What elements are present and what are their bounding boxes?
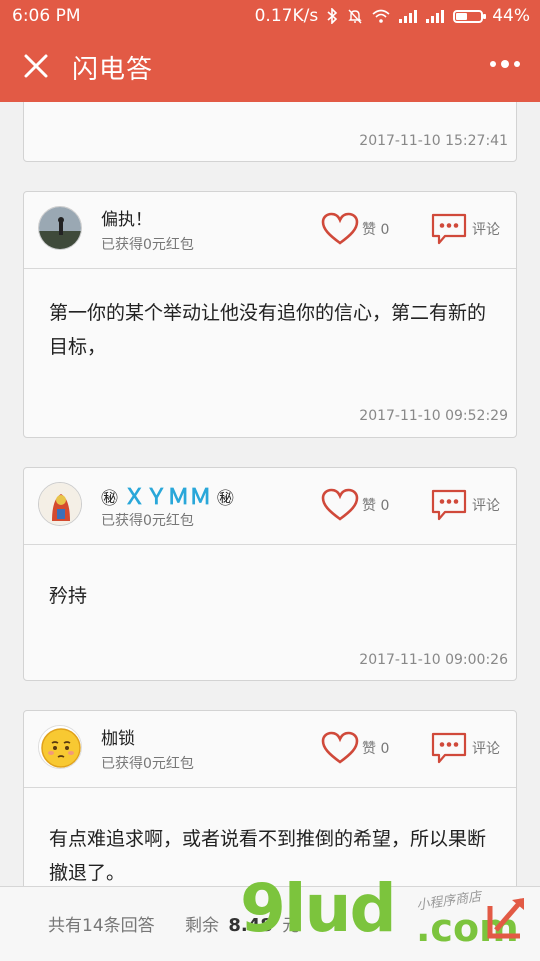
heart-icon	[321, 212, 359, 245]
bluetooth-icon	[327, 8, 338, 24]
watermark-logo: 9lud	[240, 870, 397, 947]
heart-icon	[321, 488, 359, 521]
like-count: 赞 0	[362, 498, 390, 514]
battery-icon	[453, 9, 487, 23]
username: 偏执！	[101, 210, 152, 230]
status-icons: 0.17K/s 44%	[255, 6, 530, 26]
mute-bell-icon	[348, 9, 362, 24]
username: ㊙ ＸＹＭＭ ㊙	[101, 479, 234, 511]
avatar[interactable]	[38, 725, 82, 769]
status-time: 6:06 PM	[12, 6, 81, 26]
comment-icon	[431, 732, 467, 764]
answer-text: 矜持	[49, 585, 88, 607]
avatar[interactable]	[38, 206, 82, 250]
battery-percent: 44%	[492, 6, 530, 26]
answer-header: 偏执！ 已获得0元红包 赞 0 评论	[24, 192, 516, 269]
like-count: 赞 0	[362, 222, 390, 238]
comment-icon	[431, 213, 467, 245]
avatar[interactable]	[38, 482, 82, 526]
close-icon[interactable]	[22, 52, 50, 80]
username-core: ＸＹＭＭ	[123, 485, 212, 510]
remain-label: 剩余	[185, 916, 219, 936]
signal-icon	[399, 9, 418, 23]
answer-header: ㊙ ＸＹＭＭ ㊙ 已获得0元红包 赞 0 评论	[24, 468, 516, 545]
answers-list[interactable]: 2017-11-10 15:27:41 偏执！ 已获得0元红包 赞 0 评论 第…	[0, 102, 540, 886]
like-button[interactable]: 赞 0	[321, 731, 389, 765]
watermark: 9lud 小程序商店 .com	[240, 870, 540, 960]
status-bar: 6:06 PM 0.17K/s 44%	[0, 0, 540, 32]
answer-text: 第一你的某个举动让他没有追你的信心，第二有新的目标，	[49, 302, 487, 358]
username: 枷锁	[101, 729, 135, 749]
heart-icon	[321, 731, 359, 764]
app-bar: 闪电答	[0, 32, 540, 102]
comment-button[interactable]: 评论	[430, 731, 500, 765]
reward-text: 已获得0元红包	[101, 237, 194, 253]
answer-timestamp: 2017-11-10 09:00:26	[359, 652, 508, 668]
answer-card: ㊙ ＸＹＭＭ ㊙ 已获得0元红包 赞 0 评论 矜持 2017-11-10 09…	[23, 467, 517, 681]
comment-label: 评论	[472, 741, 500, 757]
answer-header: 枷锁 已获得0元红包 赞 0 评论	[24, 711, 516, 788]
comment-button[interactable]: 评论	[430, 488, 500, 522]
like-button[interactable]: 赞 0	[321, 212, 389, 246]
more-icon[interactable]	[490, 60, 520, 68]
edit-arrow-icon[interactable]	[484, 894, 528, 942]
answer-timestamp: 2017-11-10 15:27:41	[359, 133, 508, 149]
username-suffix: ㊙	[216, 489, 234, 509]
answer-card: 枷锁 已获得0元红包 赞 0 评论 有点难追求啊，或者说看不到推倒的希望，所以果…	[23, 710, 517, 886]
wifi-icon	[372, 9, 390, 23]
reward-text: 已获得0元红包	[101, 756, 194, 772]
reward-text: 已获得0元红包	[101, 513, 194, 529]
username-prefix: ㊙	[101, 489, 118, 509]
like-button[interactable]: 赞 0	[321, 488, 389, 522]
answer-timestamp: 2017-11-10 09:52:29	[359, 408, 508, 424]
signal-icon-2	[426, 9, 445, 23]
like-count: 赞 0	[362, 741, 390, 757]
network-speed: 0.17K/s	[254, 6, 319, 26]
answer-card: 2017-11-10 15:27:41	[23, 102, 517, 162]
comment-icon	[431, 489, 467, 521]
comment-label: 评论	[472, 222, 500, 238]
page-title: 闪电答	[72, 55, 154, 85]
answer-card: 偏执！ 已获得0元红包 赞 0 评论 第一你的某个举动让他没有追你的信心，第二有…	[23, 191, 517, 438]
answer-count: 共有14条回答	[48, 916, 155, 936]
comment-button[interactable]: 评论	[430, 212, 500, 246]
comment-label: 评论	[472, 498, 500, 514]
